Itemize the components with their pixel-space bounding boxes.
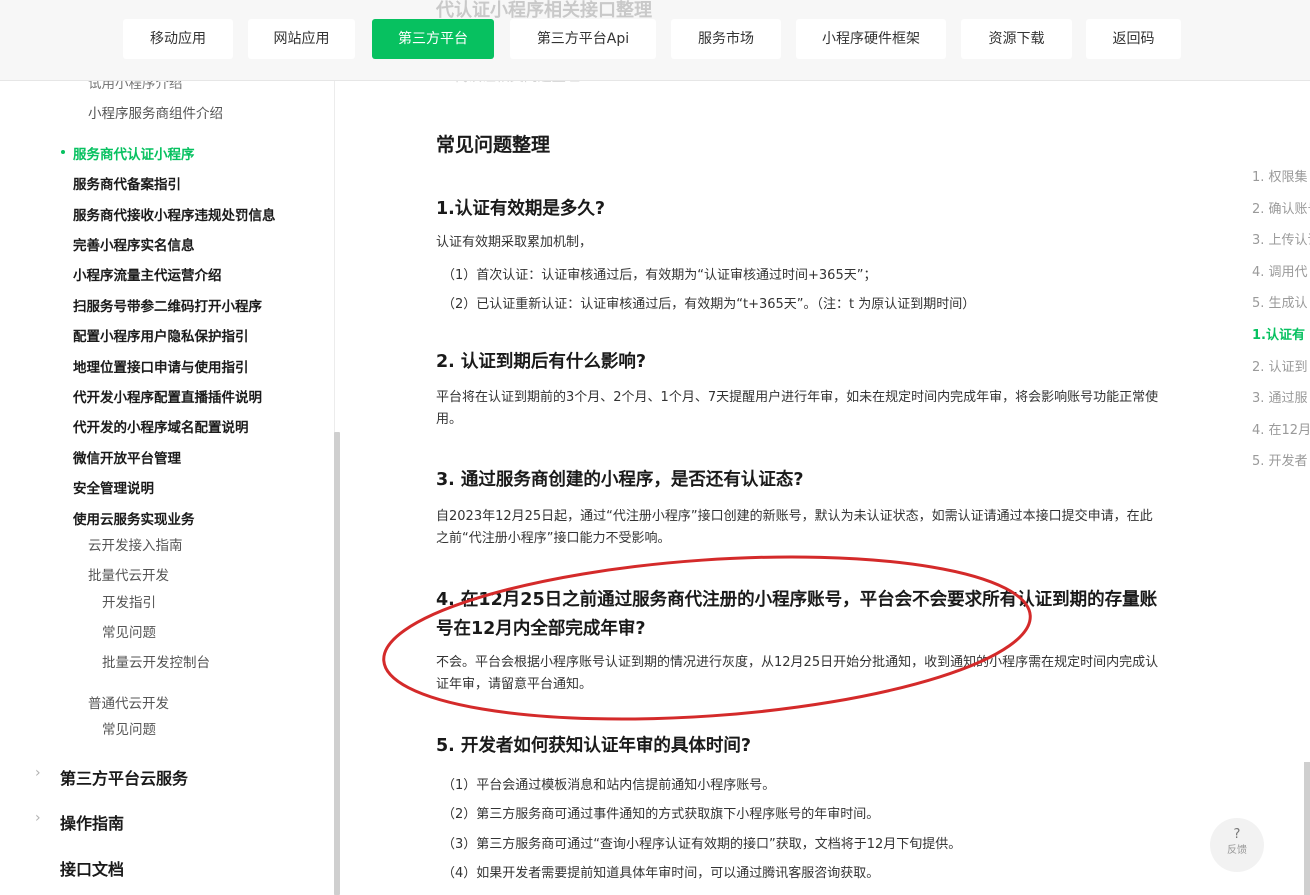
toc-item[interactable]: 5. 开发者 <box>1252 450 1308 469</box>
active-bullet-icon <box>61 150 65 154</box>
sidebar-section-cloud-service[interactable]: 第三方平台云服务 <box>60 765 188 789</box>
chevron-right-icon[interactable]: › <box>35 765 41 781</box>
toc-item[interactable]: 3. 上传认证 <box>1252 229 1310 248</box>
faq-answer-2: 平台将在认证到期前的3个月、2个月、1个月、7天提醒用户进行年审，如未在规定时间… <box>436 390 1159 427</box>
sidebar-item-provider-components[interactable]: 小程序服务商组件介绍 <box>88 102 223 122</box>
sidebar-item-violation-info[interactable]: 服务商代接收小程序违规处罚信息 <box>73 204 276 224</box>
faq-answer-5-item-4: （4）如果开发者需要提前知道具体年审时间，可以通过腾讯客服咨询获取。 <box>442 866 880 881</box>
sidebar-item-security[interactable]: 安全管理说明 <box>73 477 154 497</box>
sidebar-section-api-docs[interactable]: 接口文档 <box>60 856 124 880</box>
sidebar-item-proxy-filing[interactable]: 服务商代备案指引 <box>73 173 181 193</box>
faq-answer-3: 自2023年12月25日起，通过“代注册小程序”接口创建的新账号，默认为未认证状… <box>436 509 1153 546</box>
sidebar-item-cloud-services[interactable]: 使用云服务实现业务 <box>73 508 195 528</box>
question-mark-icon: ? <box>1233 827 1241 842</box>
faq-answer-4: 不会。平台会根据小程序账号认证到期的情况进行灰度，从12月25日开始分批通知，收… <box>436 655 1159 692</box>
sidebar-item-trial-miniprogram[interactable]: 试用小程序介绍 <box>88 80 183 92</box>
faq-answer-5-item-3: （3）第三方服务商可通过“查询小程序认证有效期的接口”获取，文档将于12月下旬提… <box>442 837 962 852</box>
sidebar-item-batch-console[interactable]: 批量云开发控制台 <box>102 651 210 671</box>
faq-answer-1-item-1: （1）首次认证：认证审核通过后，有效期为“认证审核通过时间+365天”； <box>442 268 877 283</box>
top-navigation: 代认证小程序相关接口整理 移动应用 网站应用 第三方平台 第三方平台Api 服务… <box>0 0 1310 81</box>
sidebar-item-batch-cloud-dev[interactable]: 批量代云开发 <box>88 564 169 584</box>
faq-question-3: 3. 通过服务商创建的小程序，是否还有认证态? <box>436 470 804 490</box>
sidebar-item-faq-2[interactable]: 常见问题 <box>102 718 156 738</box>
faq-question-4: 4. 在12月25日之前通过服务商代注册的小程序账号，平台会不会要求所有认证到期… <box>436 590 1158 639</box>
sidebar-item-cloud-dev-guide[interactable]: 云开发接入指南 <box>88 534 183 554</box>
sidebar-item-location-api[interactable]: 地理位置接口申请与使用指引 <box>73 356 249 376</box>
faq-answer-1-item-2: （2）已认证重新认证：认证审核通过后，有效期为“t+365天”。（注：t 为原认… <box>442 297 976 312</box>
sidebar-item-faq[interactable]: 常见问题 <box>102 621 156 641</box>
faq-answer-1-intro: 认证有效期采取累加机制， <box>436 235 593 250</box>
toc-item-active[interactable]: 1.认证有 <box>1252 324 1305 343</box>
sidebar-scrollbar[interactable] <box>334 432 340 895</box>
sidebar-item-domain-config[interactable]: 代开发的小程序域名配置说明 <box>73 416 249 436</box>
nav-mobile-apps[interactable]: 移动应用 <box>123 19 233 59</box>
page-scrollbar[interactable] <box>1304 762 1310 895</box>
toc-item[interactable]: 1. 权限集 <box>1252 166 1308 185</box>
chevron-right-icon[interactable]: › <box>35 810 41 826</box>
sidebar-item-privacy-guide[interactable]: 配置小程序用户隐私保护指引 <box>73 325 249 345</box>
feedback-label: 反馈 <box>1227 845 1247 856</box>
sidebar-item-live-plugin[interactable]: 代开发小程序配置直播插件说明 <box>73 386 262 406</box>
nav-service-market[interactable]: 服务市场 <box>671 19 781 59</box>
toc-item[interactable]: 4. 在12月 <box>1252 419 1310 438</box>
faq-answer-5-item-2: （2）第三方服务商可通过事件通知的方式获取旗下小程序账号的年审时间。 <box>442 807 880 822</box>
sidebar-item-open-platform-admin[interactable]: 微信开放平台管理 <box>73 447 181 467</box>
toc-item[interactable]: 5. 生成认 <box>1252 292 1308 311</box>
nav-resource-download[interactable]: 资源下载 <box>961 19 1072 59</box>
nav-third-party-platform[interactable]: 第三方平台 <box>372 19 494 59</box>
toc-item[interactable]: 2. 认证到 <box>1252 356 1308 375</box>
toc-item[interactable]: 4. 调用代 <box>1252 261 1308 280</box>
article-title: 常见问题整理 <box>436 134 551 156</box>
sidebar-item-proxy-certification[interactable]: 服务商代认证小程序 <box>73 143 195 163</box>
sidebar-item-normal-cloud-dev[interactable]: 普通代云开发 <box>88 692 169 712</box>
nav-third-party-api[interactable]: 第三方平台Api <box>510 19 656 59</box>
faq-answer-5-item-1: （1）平台会通过模板消息和站内信提前通知小程序账号。 <box>442 778 776 793</box>
table-of-contents: 1. 权限集 2. 确认账号 3. 上传认证 4. 调用代 5. 生成认 1.认… <box>1252 160 1310 490</box>
nav-miniprogram-hardware[interactable]: 小程序硬件框架 <box>796 19 946 59</box>
sidebar-item-dev-guide[interactable]: 开发指引 <box>102 591 156 611</box>
feedback-button[interactable]: ? 反馈 <box>1210 818 1264 872</box>
toc-item[interactable]: 3. 通过服 <box>1252 387 1308 406</box>
sidebar: 试用小程序介绍 小程序服务商组件介绍 服务商代认证小程序 服务商代备案指引 服务… <box>0 80 334 895</box>
faq-question-1: 1.认证有效期是多久? <box>436 199 605 219</box>
faq-question-2: 2. 认证到期后有什么影响? <box>436 352 647 372</box>
faq-question-5: 5. 开发者如何获知认证年审的具体时间? <box>436 736 752 756</box>
sidebar-section-guide[interactable]: 操作指南 <box>60 810 124 834</box>
toc-item[interactable]: 2. 确认账号 <box>1252 198 1310 217</box>
sidebar-item-traffic-ops[interactable]: 小程序流量主代运营介绍 <box>73 264 222 284</box>
sidebar-item-scan-qrcode[interactable]: 扫服务号带参二维码打开小程序 <box>73 295 262 315</box>
nav-website-apps[interactable]: 网站应用 <box>248 19 355 59</box>
nav-return-codes[interactable]: 返回码 <box>1086 19 1181 59</box>
sidebar-item-realname-info[interactable]: 完善小程序实名信息 <box>73 234 195 254</box>
